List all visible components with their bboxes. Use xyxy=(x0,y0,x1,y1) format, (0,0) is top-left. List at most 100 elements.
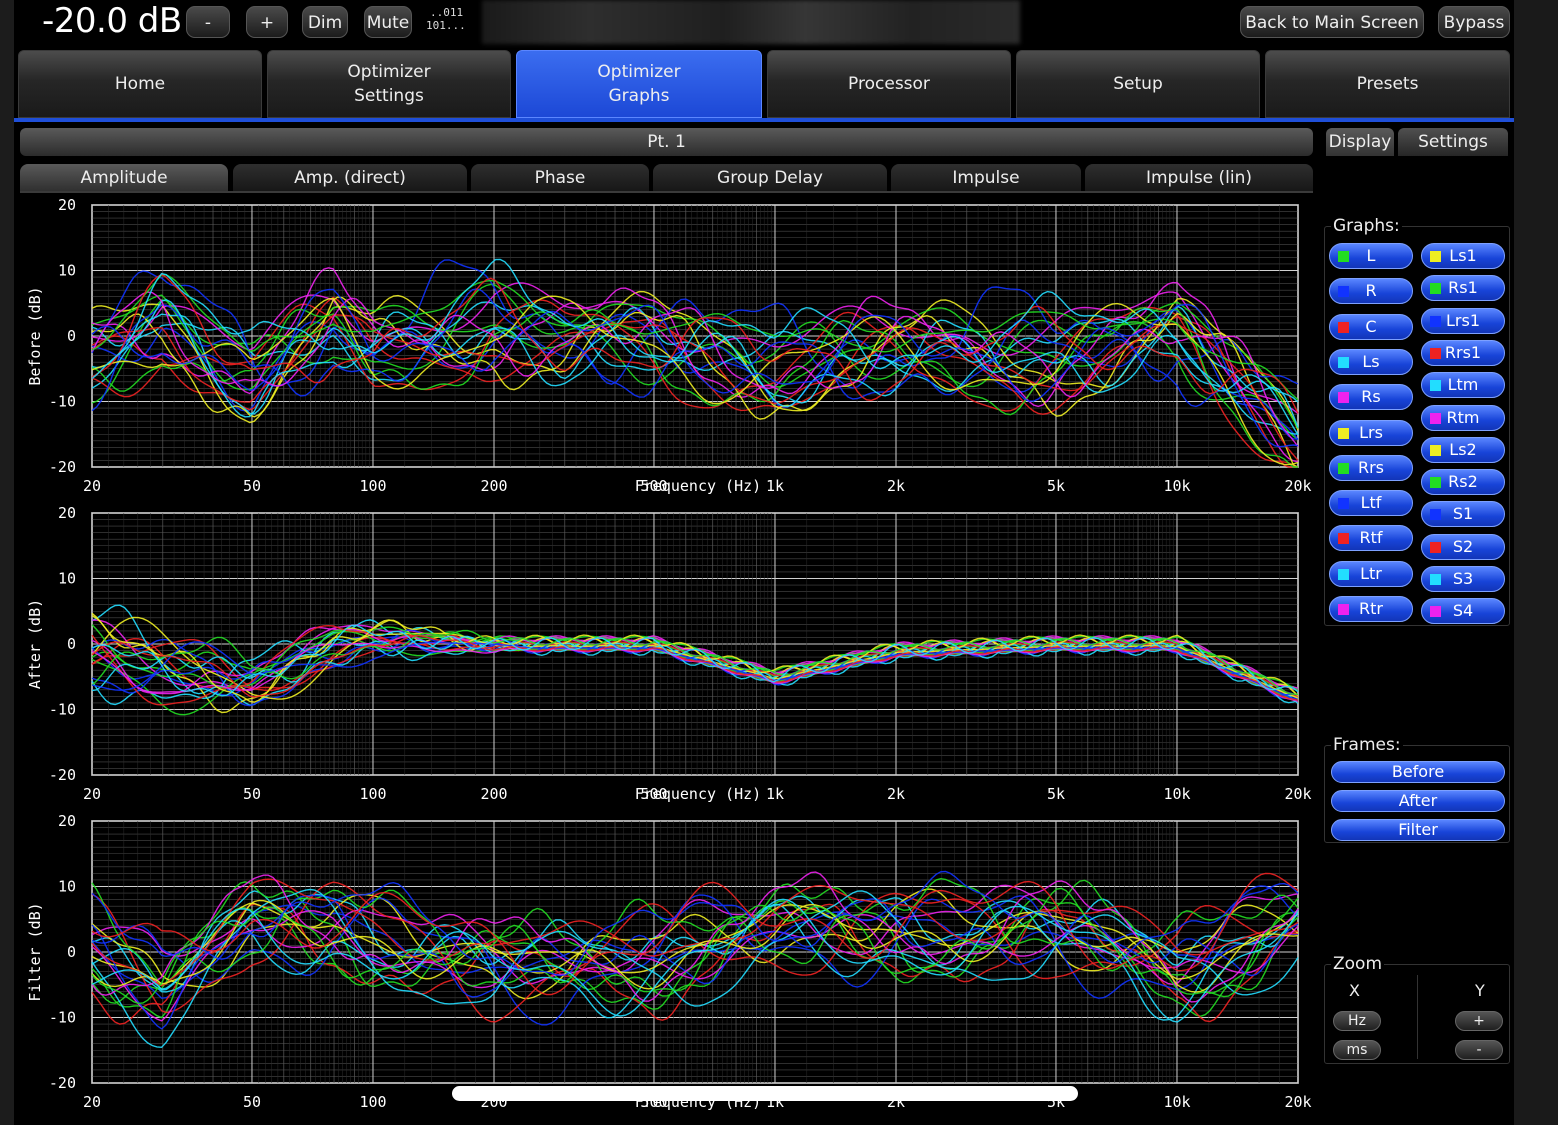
nav-underline xyxy=(14,118,1514,122)
frame-after-button[interactable]: After xyxy=(1331,790,1505,812)
zoom-ms-button[interactable]: ms xyxy=(1333,1040,1381,1060)
channel-color-swatch xyxy=(1430,477,1441,489)
subtab-phase[interactable]: Phase xyxy=(471,164,649,192)
channel-button-rs[interactable]: Rs xyxy=(1329,384,1413,411)
x-tick-label: 100 xyxy=(359,785,386,803)
channel-button-rtm[interactable]: Rtm xyxy=(1421,404,1505,431)
channel-label: C xyxy=(1365,316,1377,336)
y-tick-label: 20 xyxy=(58,196,76,214)
subtab-impulse-lin[interactable]: Impulse (lin) xyxy=(1085,164,1313,192)
channel-button-rs1[interactable]: Rs1 xyxy=(1421,275,1505,302)
channel-button-s1[interactable]: S1 xyxy=(1421,501,1505,528)
channel-button-rtr[interactable]: Rtr xyxy=(1329,596,1413,622)
x-tick-label: 100 xyxy=(359,477,386,495)
bypass-button[interactable]: Bypass xyxy=(1438,6,1510,38)
x-tick-label: 20k xyxy=(1284,785,1311,803)
sidebar: Display Settings Graphs: L R C Ls Rs Lrs Rrs Lt… xyxy=(1322,124,1512,1125)
x-tick-label: 200 xyxy=(480,785,507,803)
y-tick-label: -10 xyxy=(49,1009,76,1027)
channel-color-swatch xyxy=(1338,251,1349,262)
channel-button-ltm[interactable]: Ltm xyxy=(1421,372,1505,399)
channel-label: S1 xyxy=(1452,504,1474,524)
channel-button-l[interactable]: L xyxy=(1329,243,1413,269)
channel-color-swatch xyxy=(1338,604,1349,615)
subtab-impulse[interactable]: Impulse xyxy=(891,164,1081,192)
channel-color-swatch xyxy=(1430,541,1441,553)
y-tick-label: -10 xyxy=(49,701,76,719)
y-axis-title: Before (dB) xyxy=(26,286,44,385)
channel-color-swatch xyxy=(1338,321,1349,333)
tab-home[interactable]: Home xyxy=(18,50,262,118)
tab-optimizer-graphs[interactable]: Optimizer Graphs xyxy=(516,50,762,118)
tab-optimizer-settings[interactable]: Optimizer Settings xyxy=(267,50,511,118)
volume-down-button[interactable]: - xyxy=(186,6,230,38)
channel-label: S3 xyxy=(1452,569,1474,588)
graphs-panel: Graphs: L R C Ls Rs Lrs Rrs Ltf Rtf Ltr Rtr Ls1 Rs1 L… xyxy=(1324,215,1510,626)
dim-button[interactable]: Dim xyxy=(302,6,348,38)
tab-side-settings[interactable]: Settings xyxy=(1398,128,1508,156)
frame-filter-button[interactable]: Filter xyxy=(1331,819,1505,841)
channel-button-rs2[interactable]: Rs2 xyxy=(1421,469,1505,496)
channel-button-rtf[interactable]: Rtf xyxy=(1329,525,1413,552)
back-to-main-button[interactable]: Back to Main Screen xyxy=(1240,6,1424,38)
channel-button-ls2[interactable]: Ls2 xyxy=(1421,436,1505,463)
frames-panel: Frames: Before After Filter xyxy=(1324,734,1510,843)
channel-button-lrs[interactable]: Lrs xyxy=(1329,419,1413,446)
zoom-y-out-button[interactable]: - xyxy=(1455,1040,1503,1060)
tab-processor[interactable]: Processor xyxy=(767,50,1011,118)
x-tick-label: 10k xyxy=(1163,785,1190,803)
x-tick-label: 100 xyxy=(359,1093,386,1111)
tab-presets[interactable]: Presets xyxy=(1265,50,1510,118)
plot-0: 20100-10-2020 50 100 200 500 1k 2k 5k 10k 20kFreq… xyxy=(26,196,1312,495)
left-edge xyxy=(0,0,14,1125)
y-tick-label: 10 xyxy=(58,262,76,280)
channel-button-rrs1[interactable]: Rrs1 xyxy=(1421,339,1505,366)
channel-color-swatch xyxy=(1430,606,1441,618)
x-tick-label: 2k xyxy=(887,785,905,803)
tab-setup[interactable]: Setup xyxy=(1016,50,1260,118)
channel-button-s2[interactable]: S2 xyxy=(1421,533,1505,560)
blurred-region xyxy=(482,0,1020,44)
y-tick-label: -10 xyxy=(49,393,76,411)
tab-display[interactable]: Display xyxy=(1326,128,1394,156)
measurement-point-bar[interactable]: Pt. 1 xyxy=(20,128,1313,156)
channel-color-swatch xyxy=(1430,380,1441,392)
meter-line-1: ..011 xyxy=(430,6,464,19)
y-tick-label: -20 xyxy=(49,766,76,784)
channel-label: Ls2 xyxy=(1449,439,1477,459)
channel-button-lrs1[interactable]: Lrs1 xyxy=(1421,307,1505,334)
y-tick-label: 0 xyxy=(67,327,76,345)
channel-button-r[interactable]: R xyxy=(1329,278,1413,305)
zoom-hz-button[interactable]: Hz xyxy=(1333,1011,1381,1031)
graphs-panel-title: Graphs: xyxy=(1331,215,1402,237)
channel-color-swatch xyxy=(1430,251,1441,262)
y-tick-label: 0 xyxy=(67,635,76,653)
channel-button-c[interactable]: C xyxy=(1329,313,1413,340)
channel-button-ltr[interactable]: Ltr xyxy=(1329,560,1413,587)
x-tick-label: 2k xyxy=(887,477,905,495)
frame-before-button[interactable]: Before xyxy=(1331,761,1505,783)
channel-button-s4[interactable]: S4 xyxy=(1421,598,1505,625)
channel-button-rrs[interactable]: Rrs xyxy=(1329,454,1413,481)
channel-label: Rtf xyxy=(1359,528,1383,548)
scroll-indicator[interactable] xyxy=(452,1086,1078,1101)
subtab-group-delay[interactable]: Group Delay xyxy=(653,164,887,192)
channel-button-ls[interactable]: Ls xyxy=(1329,348,1413,375)
channel-label: Ltf xyxy=(1360,493,1382,513)
plot-2: 20100-10-2020 50 100 200 500 1k 2k 5k 10k 20kFreq… xyxy=(26,812,1312,1111)
y-tick-label: 20 xyxy=(58,812,76,830)
mute-button[interactable]: Mute xyxy=(364,6,412,38)
zoom-y-in-button[interactable]: + xyxy=(1455,1011,1503,1031)
x-tick-label: 10k xyxy=(1163,1093,1190,1111)
x-tick-label: 1k xyxy=(766,477,784,495)
volume-up-button[interactable]: + xyxy=(246,6,288,38)
frames-panel-title: Frames: xyxy=(1331,734,1403,756)
channel-label: Ltr xyxy=(1360,563,1382,583)
channel-button-s3[interactable]: S3 xyxy=(1421,566,1505,592)
subtab-amp-direct[interactable]: Amp. (direct) xyxy=(233,164,467,192)
channel-label: Ls xyxy=(1362,351,1380,371)
x-tick-label: 200 xyxy=(480,477,507,495)
channel-button-ltf[interactable]: Ltf xyxy=(1329,490,1413,517)
subtab-amplitude[interactable]: Amplitude xyxy=(20,164,228,192)
channel-button-ls1[interactable]: Ls1 xyxy=(1421,243,1505,269)
